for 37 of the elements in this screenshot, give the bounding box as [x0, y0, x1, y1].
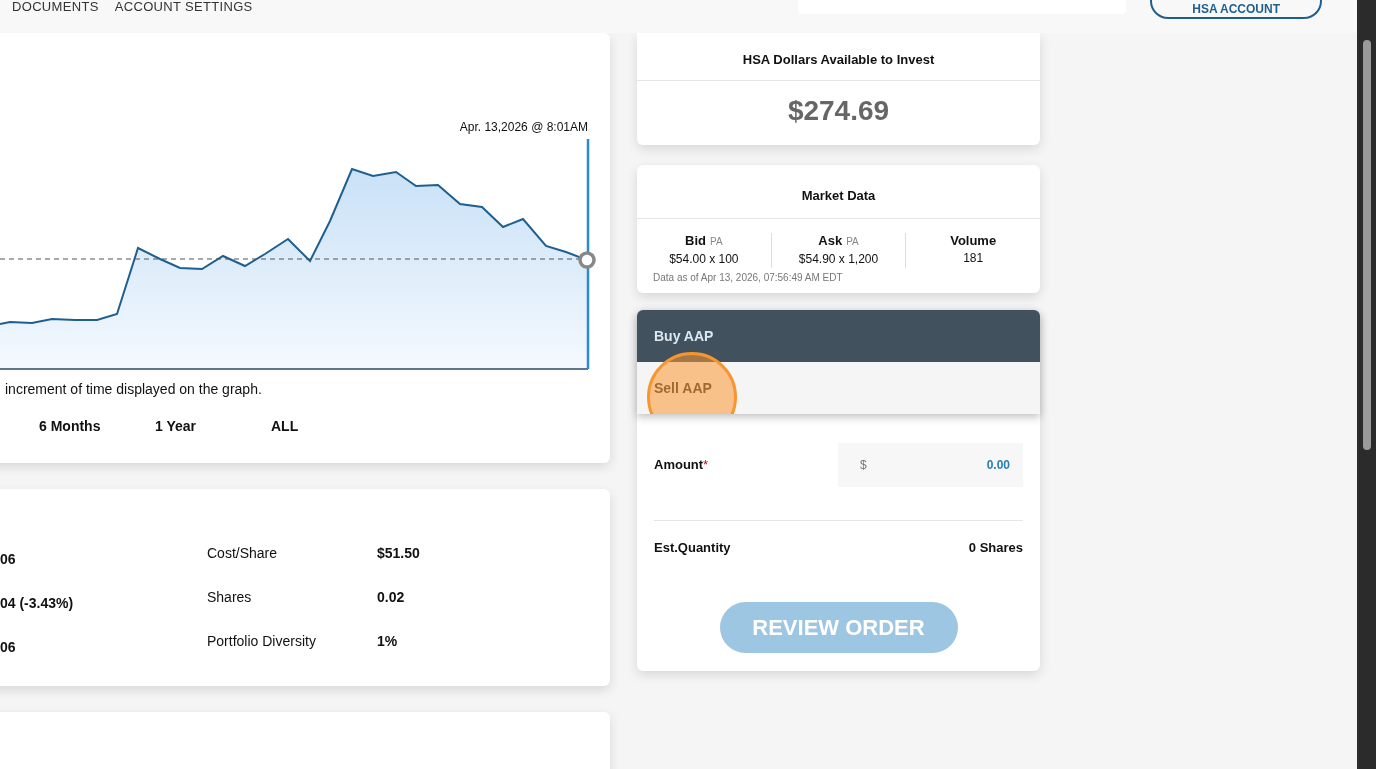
quantity-value: 0 Shares — [968, 539, 1023, 557]
market-value: $54.90 x 1,200 — [798, 250, 879, 268]
quantity-label: Est.Quantity — [654, 539, 731, 557]
nav-link[interactable]: DOCUMENTS — [12, 0, 99, 14]
market-label: Volume — [950, 232, 997, 249]
chart-timestamp: Apr. 13,2026 @ 8:01AM — [459, 119, 588, 136]
amount-field[interactable]: $ 0.00 — [838, 443, 1023, 487]
range-button[interactable]: 6 Months — [39, 416, 111, 437]
stat-label: Shares — [207, 588, 253, 607]
account-button[interactable]: HSA ACCOUNT — [1150, 0, 1322, 19]
nav-link[interactable]: ACCOUNT SETTINGS — [114, 0, 253, 14]
market-tag: PA — [710, 233, 723, 250]
position-value: 06 — [0, 550, 17, 569]
stat-value: 1% — [377, 632, 398, 651]
market-value: 181 — [963, 249, 984, 267]
available-amount: $274.69 — [786, 93, 891, 128]
amount-label: Amount* — [654, 456, 710, 475]
position-value: 04 (-3.43%) — [0, 594, 75, 613]
stat-label: Portfolio Diversity — [207, 632, 317, 651]
amount-value: 0.00 — [986, 457, 1010, 474]
market-value: $54.00 x 100 — [669, 250, 739, 268]
stat-label: Cost/Share — [207, 544, 279, 563]
card-title: Market Data — [637, 165, 1040, 219]
stat-value: $51.50 — [377, 544, 420, 563]
menu-item[interactable]: Buy AAP — [637, 310, 1040, 362]
market-label: Ask — [818, 232, 843, 249]
chart-hint: increment of time displayed on the graph. — [5, 380, 263, 399]
market-label: Bid — [685, 232, 706, 249]
currency-symbol: $ — [860, 457, 867, 474]
market-note: Data as of Apr 13, 2026, 07:56:49 AM EDT — [652, 270, 844, 285]
range-button[interactable]: ALL — [271, 416, 343, 437]
market-tag: PA — [846, 233, 859, 250]
position-value: 06 — [0, 638, 17, 657]
card-title: HSA Dollars Available to Invest — [637, 33, 1040, 81]
range-button[interactable]: 1 Year — [155, 416, 227, 437]
scrollbar[interactable] — [1357, 0, 1376, 769]
stat-value: 0.02 — [377, 588, 405, 607]
